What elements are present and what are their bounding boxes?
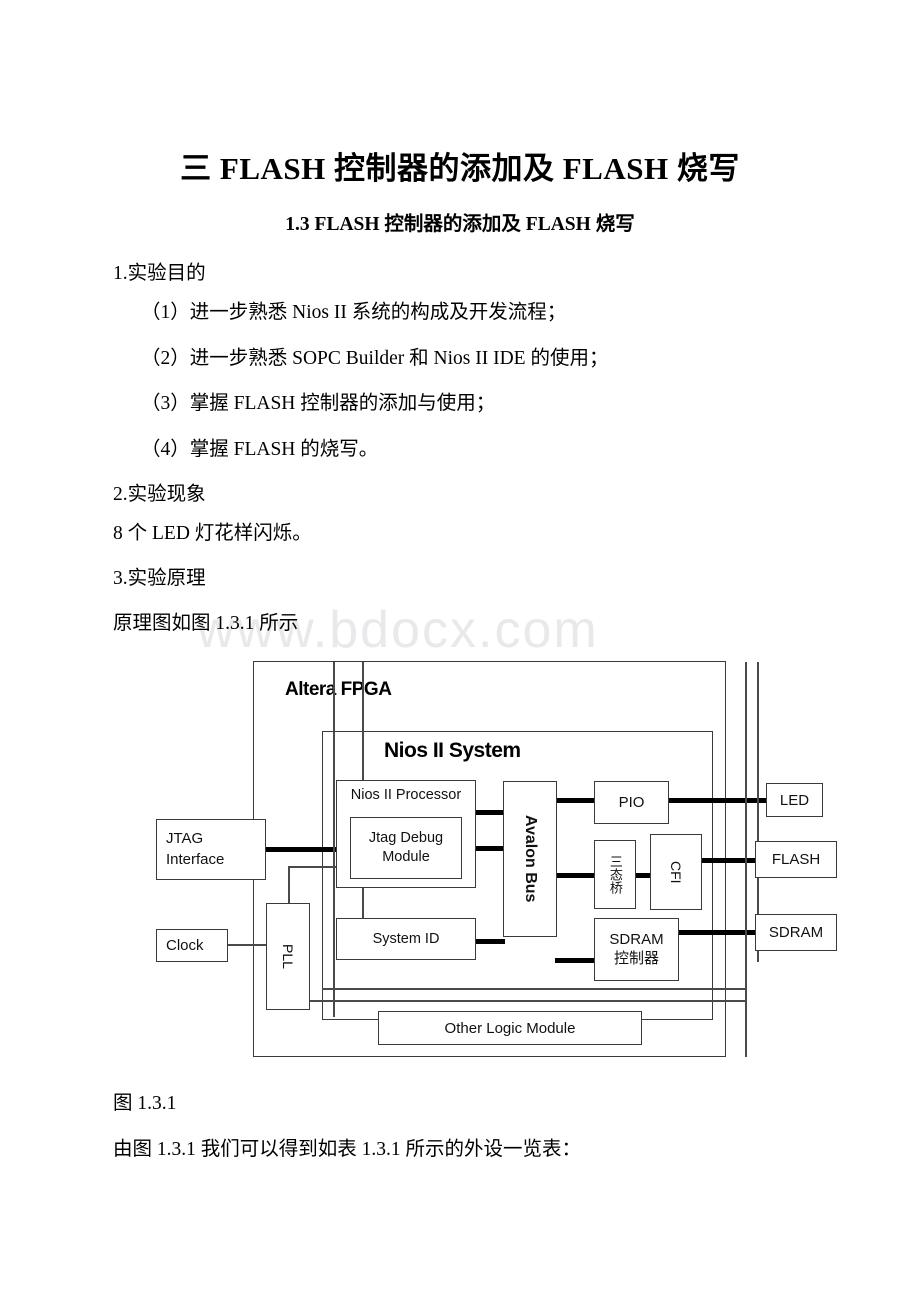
paragraph-purpose-item-1: （1）进一步熟悉 Nios II 系统的构成及开发流程； [141,302,567,323]
wire-clock-to-pll [227,944,267,946]
pll-label: PLL [280,944,296,969]
page-title: 三 FLASH 控制器的添加及 FLASH 烧写 [180,151,740,186]
clock-block[interactable]: Clock [156,929,228,962]
paragraph-purpose-item-3: （3）掌握 FLASH 控制器的添加与使用； [141,393,496,414]
pio-block[interactable]: PIO [594,781,669,824]
paragraph-principle-figure-ref: 原理图如图 1.3.1 所示 [113,613,299,634]
wire-system-bottom-feed [322,988,746,990]
jtag-interface-label-line2: Interface [166,850,225,868]
jtag-interface-block[interactable]: JTAG Interface [156,819,266,880]
wire-bus-to-tristate [555,873,595,878]
jtag-debug-module-block[interactable]: Jtag Debug Module [350,817,462,879]
wire-cfi-to-flash [700,858,758,863]
other-logic-module-label: Other Logic Module [444,1019,576,1037]
led-block[interactable]: LED [766,783,823,817]
wire-processor-to-bus-lower [472,846,505,851]
paragraph-experiment-purpose-heading: 1.实验目的 [113,263,206,284]
cfi-block[interactable]: CFI [650,834,702,910]
clock-label: Clock [166,937,204,954]
flash-block[interactable]: FLASH [755,841,837,878]
page-subtitle: 1.3 FLASH 控制器的添加及 FLASH 烧写 [285,214,635,235]
wire-systemid-to-bus [472,939,505,944]
paragraph-purpose-item-4: （4）掌握 FLASH 的烧写。 [141,439,379,460]
jtag-interface-label-line1: JTAG [166,830,204,848]
altera-fpga-label: Altera FPGA [285,679,392,700]
cfi-label: CFI [668,860,684,884]
pll-block[interactable]: PLL [266,903,310,1010]
wire-pll-bottom-feed [309,1000,746,1002]
sdram-block[interactable]: SDRAM [755,914,837,951]
avalon-bus-label: Avalon Bus [522,815,539,903]
figure-caption: 图 1.3.1 [113,1093,177,1114]
other-logic-module-block[interactable]: Other Logic Module [378,1011,642,1045]
sdram-controller-label-line2: 控制器 [613,950,659,967]
paragraph-experiment-principle-heading: 3.实验原理 [113,568,206,589]
paragraph-purpose-item-2: （2）进一步熟悉 SOPC Builder 和 Nios II IDE 的使用； [141,348,609,369]
wire-processor-to-bus-upper [472,810,505,815]
sdram-label: SDRAM [768,924,824,941]
wire-pio-to-led [668,798,768,803]
paragraph-led-description: 8 个 LED 灯花样闪烁。 [113,523,312,544]
pio-label: PIO [618,794,645,811]
paragraph-table-ref: 由图 1.3.1 我们可以得到如表 1.3.1 所示的外设一览表： [113,1139,582,1160]
nios-ii-processor-label: Nios II Processor [350,787,462,803]
wire-sdram-return-riser [745,938,747,1000]
jtag-debug-module-label-line1: Jtag Debug [368,830,444,847]
nios-ii-system-label: Nios II System [384,739,521,762]
wire-bus-to-pio [555,798,595,803]
sdram-controller-block[interactable]: SDRAM 控制器 [594,918,679,981]
paragraph-experiment-phenomenon-heading: 2.实验现象 [113,484,206,505]
system-id-label: System ID [372,931,440,947]
wire-pll-up-riser [288,866,290,904]
avalon-bus-block[interactable]: Avalon Bus [503,781,557,937]
wire-vertical-left-rail [333,662,335,1017]
tristate-bridge-block[interactable]: 三态桥 [594,840,636,909]
tristate-bridge-label: 三态桥 [607,855,623,894]
flash-label: FLASH [771,851,821,868]
system-id-block[interactable]: System ID [336,918,476,960]
led-label: LED [779,791,810,809]
jtag-debug-module-label-line2: Module [382,849,430,865]
sdram-controller-label-line1: SDRAM [609,931,664,948]
